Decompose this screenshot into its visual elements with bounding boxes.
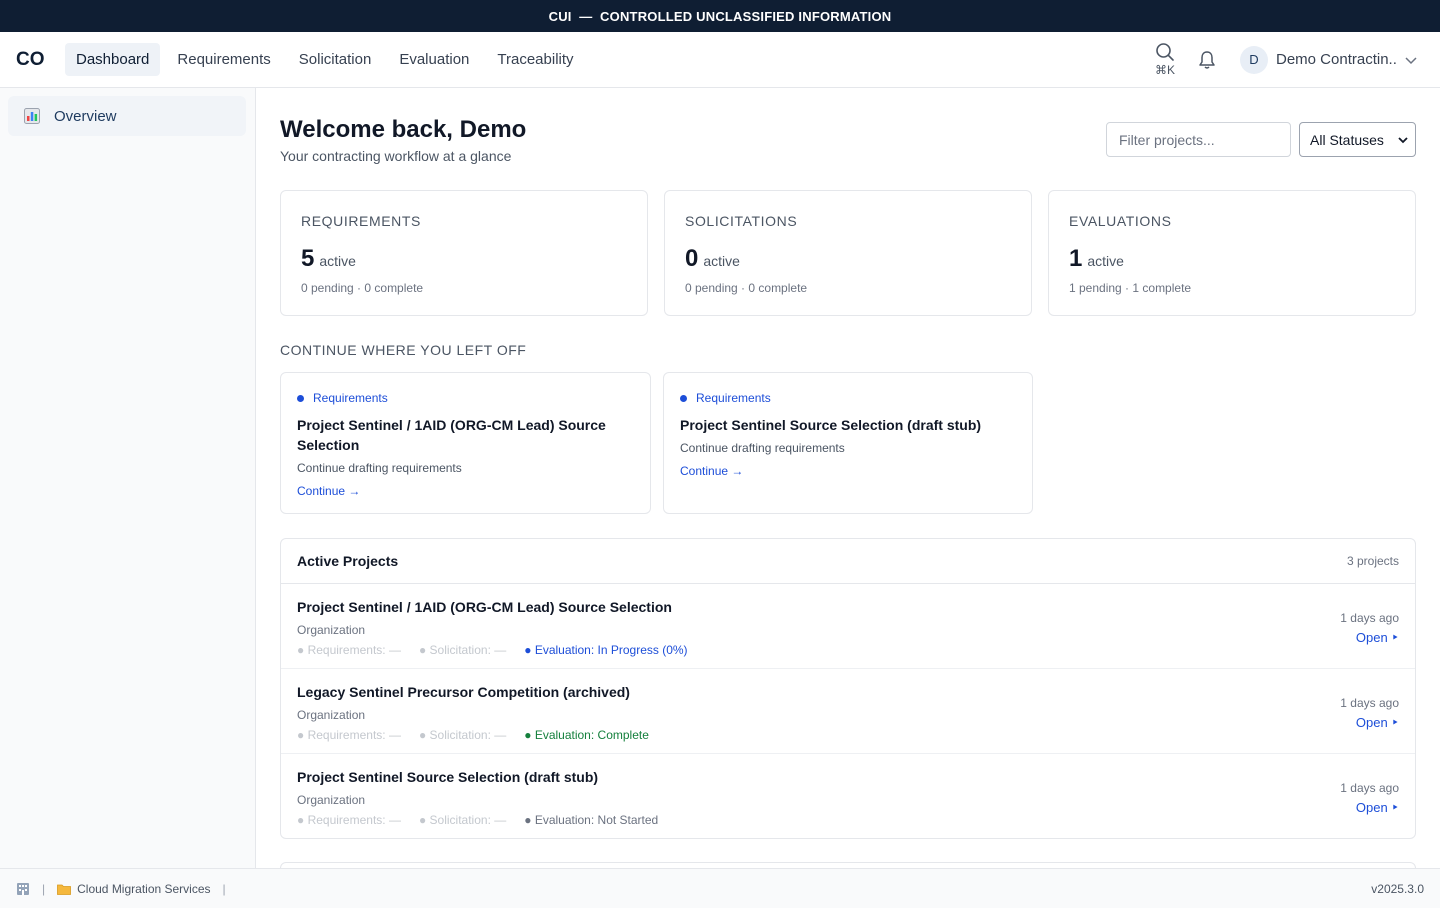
continue-card-title: Project Sentinel Source Selection (draft… [680,417,982,433]
status-requirements: ● Requirements: — [297,728,401,742]
continue-card-tag: Requirements [297,391,634,405]
continue-card-desc: Continue drafting requirements [680,441,845,455]
sidebar-item-label: Overview [54,107,117,125]
stat-count: 5 [301,245,315,272]
stat-sub: 0 pending · 0 complete [301,281,424,295]
status-evaluation: ● Evaluation: Complete [524,728,649,742]
search-button[interactable]: ⌘K [1150,42,1180,77]
stat-title: REQUIREMENTS [301,213,421,229]
tab-requirements[interactable]: Requirements [166,43,281,76]
continue-card-tag: Requirements [680,391,1016,405]
tab-traceability[interactable]: Traceability [486,43,584,76]
continue-card-desc: Continue drafting requirements [297,461,462,475]
project-updated: 1 days ago [1340,611,1399,625]
sidebar-item-overview[interactable]: Overview [8,96,246,136]
filter-projects-input[interactable] [1106,122,1291,157]
search-shortcut: ⌘K [1154,63,1175,77]
dot-icon [297,394,304,402]
project-org: Organization [297,793,366,807]
open-project-link[interactable]: Open ‣ [1356,800,1399,816]
chevron-down-icon [1398,136,1408,143]
notifications-button[interactable] [1198,50,1216,70]
status-solicitation: ● Solicitation: — [418,643,507,657]
status-solicitation: ● Solicitation: — [418,728,507,742]
project-name: Legacy Sentinel Precursor Competition (a… [297,684,630,700]
table-row[interactable]: Project Sentinel / 1AID (ORG-CM Lead) So… [281,584,1415,669]
continue-section-title: CONTINUE WHERE YOU LEFT OFF [280,342,527,358]
stat-label: active [319,253,356,269]
status-requirements: ● Requirements: — [297,643,401,657]
chart-icon [24,108,40,124]
project-updated: 1 days ago [1340,696,1399,710]
main-content: Welcome back, Demo Your contracting work… [256,88,1440,868]
building-icon [16,882,30,896]
table-row[interactable]: Legacy Sentinel Precursor Competition (a… [281,669,1415,754]
dot-icon [680,394,687,402]
stat-card-requirements[interactable]: REQUIREMENTS 5 active 0 pending · 0 compl… [280,190,648,316]
stat-sub: 0 pending · 0 complete [685,281,808,295]
page-subtitle: Your contracting workflow at a glance [280,148,512,164]
user-menu[interactable]: D Demo Contractin... [1240,45,1418,74]
project-name: Project Sentinel Source Selection (draft… [297,769,599,785]
project-count: 3 projects [1346,554,1399,568]
bell-icon [1199,50,1215,69]
avatar: D [1240,45,1268,74]
continue-card-title: Project Sentinel / 1AID (ORG-CM Lead) So… [297,417,606,453]
stat-label: active [703,253,740,269]
open-project-link[interactable]: Open ‣ [1356,630,1399,646]
cui-banner: CUI — CONTROLLED UNCLASSIFIED INFORMATIO… [0,0,1440,32]
user-name: Demo Contractin... [1276,51,1398,68]
stat-card-evaluations[interactable]: EVALUATIONS 1 active 1 pending · 1 comple… [1048,190,1416,316]
project-org: Organization [297,708,366,722]
divider: | [222,881,226,896]
sidebar: Overview [0,88,256,868]
stat-card-solicitations[interactable]: SOLICITATIONS 0 active 0 pending · 0 comp… [664,190,1032,316]
continue-card[interactable]: Requirements Project Sentinel / 1AID (OR… [280,372,651,514]
project-updated: 1 days ago [1340,781,1399,795]
stat-count: 1 [1069,245,1083,272]
status-evaluation: ● Evaluation: Not Started [524,813,659,827]
app-logo[interactable]: CO [16,49,56,71]
status-requirements: ● Requirements: — [297,813,401,827]
tab-evaluation[interactable]: Evaluation [388,43,480,76]
table-row[interactable]: Project Sentinel Source Selection (draft… [281,754,1415,839]
chevron-down-icon [1404,53,1418,67]
active-projects-panel: Active Projects 3 projects Project Senti… [280,538,1416,839]
divider: | [42,881,46,896]
workspace-name[interactable]: Cloud Migration Services [77,882,210,896]
status-select-value: All Statuses [1310,131,1384,148]
status-solicitation: ● Solicitation: — [418,813,507,827]
page-title: Welcome back, Demo [280,116,527,143]
status-evaluation: ● Evaluation: In Progress (0%) [524,643,688,657]
continue-link[interactable]: Continue → [680,464,743,478]
search-icon [1156,43,1174,61]
tab-solicitation[interactable]: Solicitation [288,43,383,76]
nav-tabs: Dashboard Requirements Solicitation Eval… [65,43,591,76]
stat-label: active [1087,253,1124,269]
app-version: v2025.3.0 [1371,881,1424,896]
stat-sub: 1 pending · 1 complete [1069,281,1192,295]
folder-icon [57,883,72,895]
continue-card[interactable]: Requirements Project Sentinel Source Sel… [663,372,1033,514]
continue-link[interactable]: Continue → [297,484,360,498]
project-name: Project Sentinel / 1AID (ORG-CM Lead) So… [297,599,672,615]
open-project-link[interactable]: Open ‣ [1356,715,1399,731]
panel-title: Active Projects [297,553,399,569]
stat-title: EVALUATIONS [1069,213,1172,229]
top-nav: CO Dashboard Requirements Solicitation E… [0,32,1440,88]
stat-title: SOLICITATIONS [685,213,798,229]
stat-count: 0 [685,245,699,272]
status-select[interactable]: All Statuses [1299,122,1416,157]
project-org: Organization [297,623,366,637]
tab-dashboard[interactable]: Dashboard [65,43,161,76]
status-bar: | Cloud Migration Services | v2025.3.0 [0,868,1440,908]
